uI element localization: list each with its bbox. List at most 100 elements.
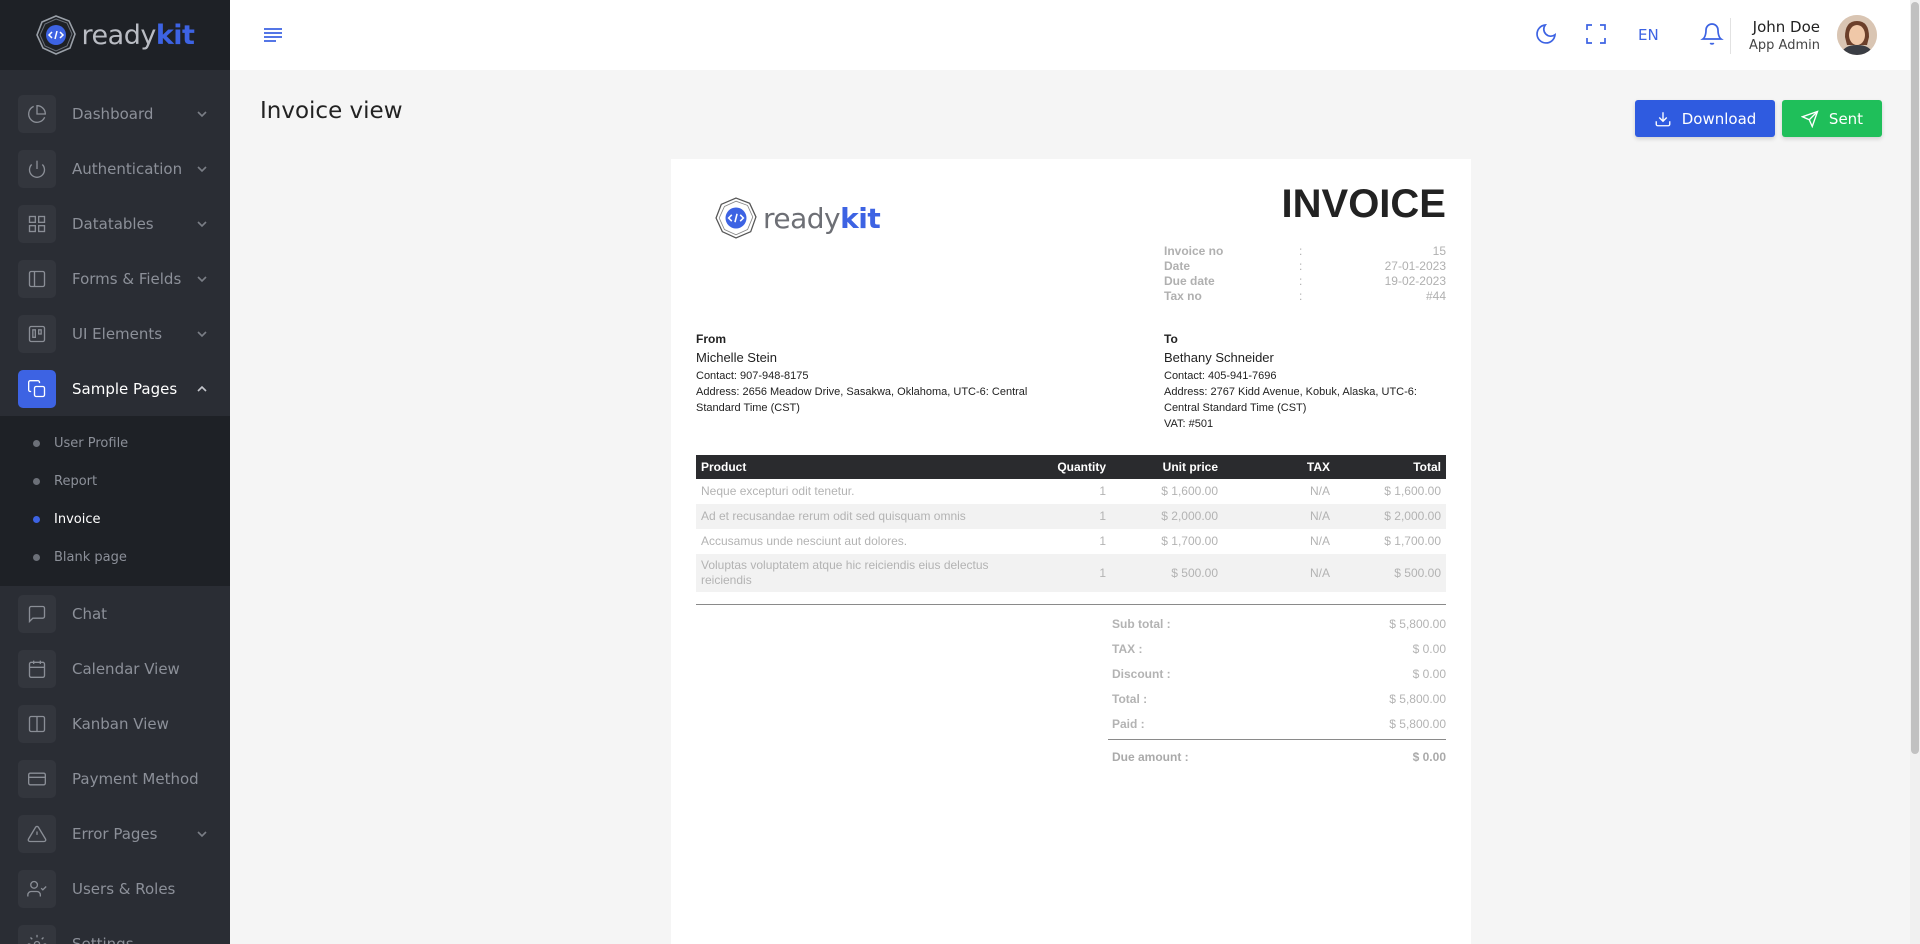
cell-total: $ 500.00 xyxy=(1335,554,1446,592)
table-row: Neque excepturi odit tenetur. 1 $ 1,600.… xyxy=(696,479,1446,504)
download-button[interactable]: Download xyxy=(1635,100,1775,137)
sidebar-item-sample-pages[interactable]: Sample Pages xyxy=(0,361,230,416)
from-address: Address: 2656 Meadow Drive, Sasakwa, Okl… xyxy=(696,386,1028,414)
language-selector[interactable]: EN xyxy=(1638,26,1659,44)
to-contact: Contact: 405-941-7696 xyxy=(1164,370,1277,382)
scrollbar-thumb[interactable] xyxy=(1911,2,1919,754)
chevron-down-icon xyxy=(196,108,208,120)
download-icon xyxy=(1655,111,1671,126)
column-header-quantity: Quantity xyxy=(1041,455,1111,479)
cell-product: Ad et recusandae rerum odit sed quisquam… xyxy=(696,504,1041,529)
user-role: App Admin xyxy=(1749,38,1820,53)
invoice-brand-name: readykit xyxy=(763,202,881,235)
meta-row-date: Date : 27-01-2023 xyxy=(1164,259,1446,274)
sidebar-item-label: Error Pages xyxy=(72,824,158,843)
totals-label: Sub total : xyxy=(1112,616,1171,631)
sidebar-item-forms-fields[interactable]: Forms & Fields xyxy=(0,251,230,306)
divider xyxy=(696,604,1446,605)
totals-row-paid: Paid : $ 5,800.00 xyxy=(1108,711,1446,736)
meta-separator: : xyxy=(1299,259,1303,273)
sidebar-item-dashboard[interactable]: Dashboard xyxy=(0,86,230,141)
fullscreen-icon[interactable] xyxy=(1584,22,1610,48)
menu-toggle-icon[interactable] xyxy=(262,25,284,45)
table-row: Accusamus unde nesciunt aut dolores. 1 $… xyxy=(696,529,1446,554)
submenu-item-user-profile[interactable]: User Profile xyxy=(0,424,230,462)
submenu-item-invoice[interactable]: Invoice xyxy=(0,500,230,538)
meta-separator: : xyxy=(1299,244,1303,258)
meta-label: Tax no xyxy=(1164,289,1202,303)
sidebar-brand[interactable]: readykit xyxy=(0,0,230,70)
sidebar-item-label: Calendar View xyxy=(72,659,180,678)
cell-unit-price: $ 1,700.00 xyxy=(1161,534,1218,548)
meta-value: 15 xyxy=(1432,244,1446,258)
meta-label: Due date xyxy=(1164,274,1215,288)
meta-label: Invoice no xyxy=(1164,244,1224,258)
sidebar-item-label: Settings xyxy=(72,934,134,944)
avatar[interactable] xyxy=(1837,15,1877,55)
page-scrollbar[interactable] xyxy=(1910,0,1920,944)
power-icon xyxy=(18,149,56,188)
sidebar-item-label: UI Elements xyxy=(72,324,163,343)
sidebar-item-settings[interactable]: Settings xyxy=(0,916,230,944)
from-contact: Contact: 907-948-8175 xyxy=(696,370,809,382)
column-header-product: Product xyxy=(696,455,1041,479)
totals-label: Total : xyxy=(1112,691,1148,706)
divider xyxy=(1108,739,1446,740)
invoice-logo: readykit xyxy=(715,197,881,239)
totals-label: Due amount : xyxy=(1112,749,1189,764)
sidebar-item-label: Chat xyxy=(72,604,108,623)
sidebar-item-error-pages[interactable]: Error Pages xyxy=(0,806,230,861)
brand-logo[interactable]: readykit xyxy=(35,15,195,55)
invoice-card: readykit INVOICE Invoice no : 15 Date : … xyxy=(671,159,1471,944)
chevron-down-icon xyxy=(196,328,208,340)
user-menu[interactable]: John Doe App Admin xyxy=(1749,18,1820,53)
totals-row-subtotal: Sub total : $ 5,800.00 xyxy=(1108,611,1446,636)
sidebar-nav: Dashboard Authentication Datatables Form… xyxy=(0,70,230,944)
sidebar-item-label: Payment Method xyxy=(72,769,199,788)
totals-value: $ 0.00 xyxy=(1412,641,1446,656)
to-heading: To xyxy=(1164,332,1178,346)
totals-label: TAX : xyxy=(1112,641,1143,656)
user-check-icon xyxy=(18,869,56,908)
cell-total: $ 2,000.00 xyxy=(1335,504,1446,529)
sent-button[interactable]: Sent xyxy=(1782,100,1882,137)
sidebar-item-authentication[interactable]: Authentication xyxy=(0,141,230,196)
sidebar-item-calendar-view[interactable]: Calendar View xyxy=(0,641,230,696)
cell-product: Accusamus unde nesciunt aut dolores. xyxy=(701,534,908,548)
trello-icon xyxy=(18,314,56,353)
chevron-up-icon xyxy=(196,383,208,395)
totals-row-tax: TAX : $ 0.00 xyxy=(1108,636,1446,661)
cell-tax: N/A xyxy=(1223,554,1335,592)
meta-separator: : xyxy=(1299,289,1303,303)
sidebar-item-kanban-view[interactable]: Kanban View xyxy=(0,696,230,751)
sidebar-item-chat[interactable]: Chat xyxy=(0,586,230,641)
send-icon xyxy=(1800,109,1819,128)
moon-icon[interactable] xyxy=(1534,22,1560,48)
invoice-from: From Michelle Stein Contact: 907-948-817… xyxy=(696,331,1056,416)
sidebar-item-ui-elements[interactable]: UI Elements xyxy=(0,306,230,361)
meta-value: 27-01-2023 xyxy=(1384,259,1446,273)
brand-name: readykit xyxy=(82,20,195,51)
totals-value: $ 5,800.00 xyxy=(1389,616,1446,631)
submenu-item-label: User Profile xyxy=(54,435,129,451)
sidebar-item-payment-method[interactable]: Payment Method xyxy=(0,751,230,806)
totals-row-total: Total : $ 5,800.00 xyxy=(1108,686,1446,711)
pie-chart-icon xyxy=(18,94,56,133)
topbar-divider xyxy=(1730,18,1731,54)
layout-sidebar-icon xyxy=(18,259,56,298)
readykit-logo-icon xyxy=(35,15,76,55)
bell-icon[interactable] xyxy=(1700,22,1726,48)
column-header-unit-price: Unit price xyxy=(1111,455,1223,479)
submenu-item-report[interactable]: Report xyxy=(0,462,230,500)
sidebar-item-users-roles[interactable]: Users & Roles xyxy=(0,861,230,916)
brand-name-kit: kit xyxy=(155,19,195,51)
settings-icon xyxy=(18,924,56,944)
submenu-item-blank-page[interactable]: Blank page xyxy=(0,538,230,576)
sidebar-item-datatables[interactable]: Datatables xyxy=(0,196,230,251)
totals-label: Paid : xyxy=(1112,716,1145,731)
table-row: Voluptas voluptatem atque hic reiciendis… xyxy=(696,554,1446,592)
cell-tax: N/A xyxy=(1309,534,1330,548)
cell-tax: N/A xyxy=(1223,504,1335,529)
table-row: Ad et recusandae rerum odit sed quisquam… xyxy=(696,504,1446,529)
meta-separator: : xyxy=(1299,274,1303,288)
